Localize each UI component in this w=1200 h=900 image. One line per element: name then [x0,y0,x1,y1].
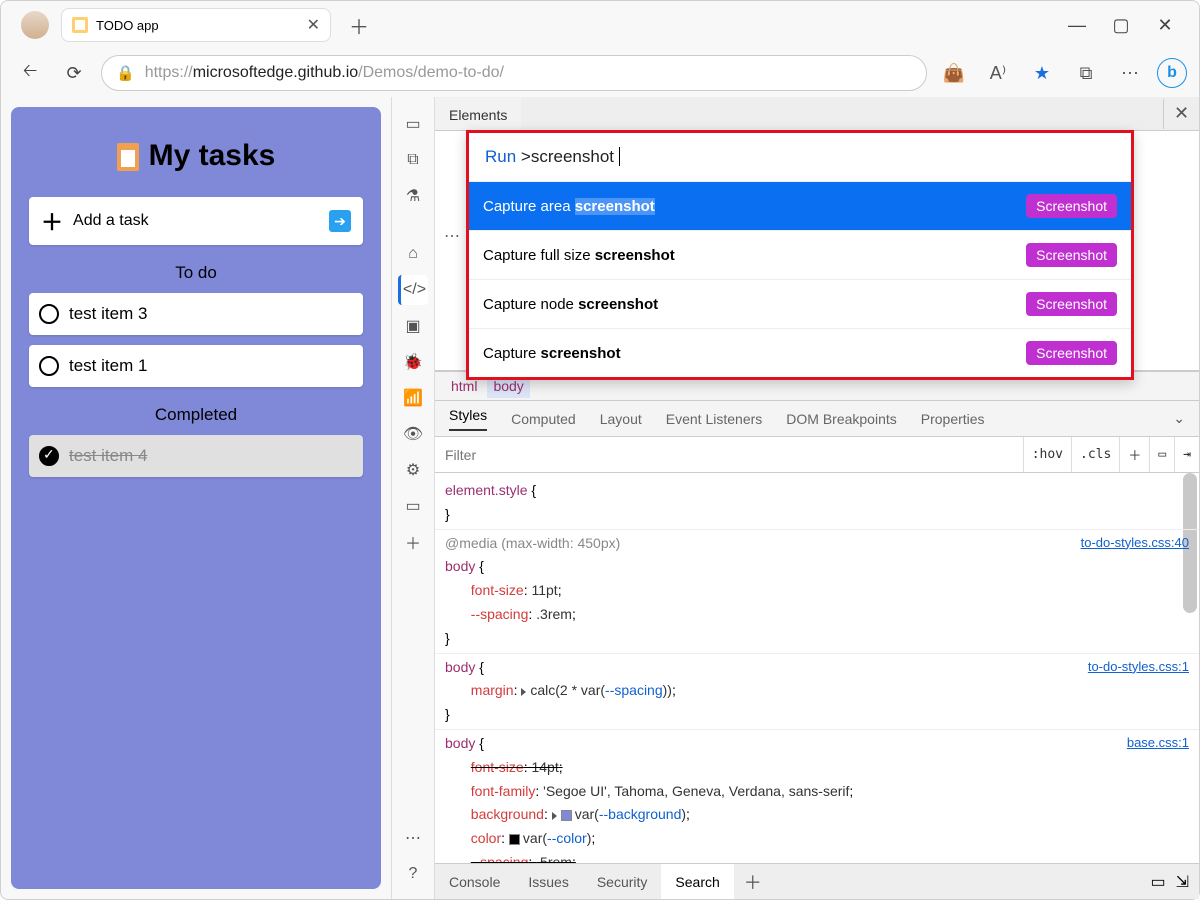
collections-icon[interactable]: ⧉ [1069,56,1103,90]
layout-tab[interactable]: Layout [600,411,642,427]
page-title: My tasks [29,139,363,173]
new-tab-button[interactable]: ＋ [349,11,369,40]
checked-icon[interactable] [39,446,59,466]
dom-breakpoints-tab[interactable]: DOM Breakpoints [786,411,896,427]
devtools-close-icon[interactable]: ✕ [1163,99,1199,129]
command-category-badge: Screenshot [1026,194,1117,218]
hov-toggle[interactable]: :hov [1023,437,1071,472]
properties-tab[interactable]: Properties [921,411,985,427]
cls-toggle[interactable]: .cls [1071,437,1119,472]
inspect-icon[interactable]: ▭ [398,109,428,139]
search-drawer-tab[interactable]: Search [661,864,733,899]
favorite-star-icon[interactable]: ★ [1025,56,1059,90]
settings-icon[interactable]: ⋯ [398,823,428,853]
read-aloud-icon[interactable]: A⁾ [981,56,1015,90]
elements-tab[interactable]: Elements [435,98,521,130]
tab-favicon [72,17,88,33]
clipboard-icon [117,143,139,171]
url-text: https://microsoftedge.github.io/Demos/de… [145,64,504,82]
experiments-icon[interactable]: ⚗ [398,181,428,211]
more-panels-icon[interactable]: ＋ [398,527,428,557]
tab-close-icon[interactable]: ✕ [307,15,320,35]
add-task-placeholder: Add a task [73,212,149,230]
source-link[interactable]: to-do-styles.css:40 [1081,532,1189,554]
command-category-badge: Screenshot [1026,243,1117,267]
command-item[interactable]: Capture node screenshot Screenshot [469,279,1131,328]
help-icon[interactable]: ? [398,859,428,889]
security-drawer-tab[interactable]: Security [583,864,662,899]
unchecked-icon[interactable] [39,356,59,376]
todo-header: To do [29,263,363,283]
console-drawer-tab[interactable]: Console [435,864,514,899]
drawer-expand-icon[interactable]: ▭ [1150,872,1165,892]
elements-panel-icon[interactable]: </> [398,275,428,305]
submit-task-button[interactable]: ➔ [329,210,351,232]
issues-drawer-tab[interactable]: Issues [514,864,582,899]
add-task-input[interactable]: ＋ Add a task ➔ [29,197,363,245]
memory-panel-icon[interactable]: ⚙ [398,455,428,485]
address-bar[interactable]: 🔒 https://microsoftedge.github.io/Demos/… [101,55,927,91]
add-drawer-tab-icon[interactable]: ＋ [734,869,772,895]
device-toolbar-icon[interactable]: ⧉ [398,145,428,175]
completed-header: Completed [29,405,363,425]
new-style-rule-icon[interactable]: ＋ [1119,437,1149,472]
styles-tab-bar: Styles Computed Layout Event Listeners D… [435,401,1199,437]
title-bar: TODO app ✕ ＋ — ▢ ✕ [1,1,1199,49]
unchecked-icon[interactable] [39,304,59,324]
shopping-icon[interactable]: 👜 [937,56,971,90]
command-category-badge: Screenshot [1026,341,1117,365]
profile-avatar[interactable] [21,11,49,39]
performance-panel-icon[interactable]: 👁 [398,419,428,449]
overflow-icon[interactable]: ⋯ [444,226,464,246]
devtools-activity-bar: ▭ ⧉ ⚗ ⌂ </> ▣ 🐞 📶 👁 ⚙ ▭ ＋ ⋯ ? [391,97,435,899]
source-link[interactable]: to-do-styles.css:1 [1088,656,1189,678]
computed-sidebar-icon[interactable]: ▭ [1149,437,1174,472]
toggle-sidebar-icon[interactable]: ⇥ [1174,437,1199,472]
back-button[interactable]: 🡠 [13,56,47,90]
styles-filter-input[interactable] [435,447,1023,463]
webpage-viewport: My tasks ＋ Add a task ➔ To do test item … [1,97,391,899]
command-category-badge: Screenshot [1026,292,1117,316]
window-close-icon[interactable]: ✕ [1157,17,1173,33]
command-item[interactable]: Capture screenshot Screenshot [469,328,1131,377]
drawer-collapse-icon[interactable]: ⇲ [1176,872,1189,892]
source-link[interactable]: base.css:1 [1127,732,1189,754]
command-item[interactable]: Capture area screenshot Screenshot [469,181,1131,230]
window-maximize-icon[interactable]: ▢ [1113,17,1129,33]
more-tabs-icon[interactable]: ⌄ [1173,410,1185,427]
reload-button[interactable]: ⟳ [57,56,91,90]
menu-icon[interactable]: ⋯ [1113,56,1147,90]
bing-chat-icon[interactable]: b [1157,58,1187,88]
command-item[interactable]: Capture full size screenshot Screenshot [469,230,1131,279]
drawer-tabs: Console Issues Security Search ＋ ▭ ⇲ [435,863,1199,899]
welcome-icon[interactable]: ⌂ [398,239,428,269]
console-panel-icon[interactable]: ▣ [398,311,428,341]
browser-tab[interactable]: TODO app ✕ [61,8,331,42]
tab-title: TODO app [96,18,299,33]
lock-icon: 🔒 [116,64,135,82]
command-menu: Run >screenshot Capture area screenshot … [466,130,1134,380]
application-panel-icon[interactable]: ▭ [398,491,428,521]
browser-toolbar: 🡠 ⟳ 🔒 https://microsoftedge.github.io/De… [1,49,1199,97]
sources-panel-icon[interactable]: 🐞 [398,347,428,377]
styles-tab[interactable]: Styles [449,407,487,431]
window-minimize-icon[interactable]: — [1069,17,1085,33]
task-item-completed[interactable]: test item 4 [29,435,363,477]
plus-icon: ＋ [41,205,63,237]
computed-tab[interactable]: Computed [511,411,576,427]
task-item[interactable]: test item 1 [29,345,363,387]
network-panel-icon[interactable]: 📶 [398,383,428,413]
event-listeners-tab[interactable]: Event Listeners [666,411,763,427]
command-input[interactable]: Run >screenshot [469,133,1131,181]
styles-pane[interactable]: element.style { } to-do-styles.css:40 @m… [435,473,1199,863]
task-item[interactable]: test item 3 [29,293,363,335]
